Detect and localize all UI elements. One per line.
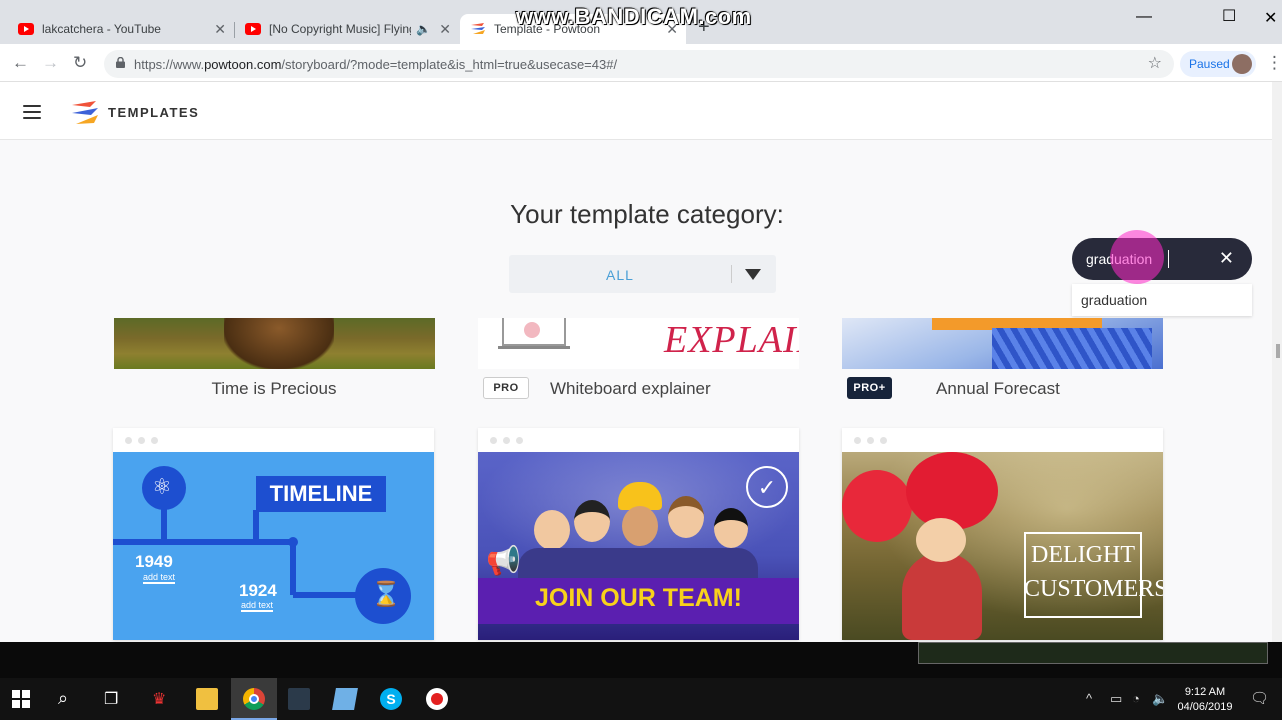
search-suggestion[interactable]: graduation <box>1072 284 1252 316</box>
timeline-title: TIMELINE <box>256 476 386 512</box>
windows-start-icon[interactable] <box>12 690 30 708</box>
section-title: TEMPLATES <box>108 105 200 120</box>
mouse-cursor-highlight <box>1110 230 1164 284</box>
chevron-down-icon[interactable] <box>745 269 761 280</box>
clear-search-icon[interactable]: ✕ <box>1219 248 1234 269</box>
notification-center-icon[interactable]: 🗨 <box>1250 689 1269 707</box>
megaphone-icon: 📢 <box>486 545 521 576</box>
forward-icon[interactable]: → <box>42 53 59 73</box>
template-title[interactable]: Annual Forecast <box>936 379 1060 399</box>
desktop-background <box>0 642 1282 678</box>
avatar <box>1232 54 1252 74</box>
pro-badge: PRO <box>483 377 529 399</box>
powtoon-page: TEMPLATES Your template category: ALL gr… <box>0 82 1282 642</box>
template-card-delight-customers[interactable]: DELIGHT CUSTOMERS <box>842 428 1163 640</box>
wifi-icon[interactable]: ◔ <box>1132 691 1140 706</box>
maximize-icon[interactable]: ☐ <box>1222 6 1236 26</box>
skype-icon[interactable]: S <box>380 688 402 710</box>
template-thumbnail-whiteboard-explainer[interactable]: EXPLAINER <box>478 318 799 369</box>
tab-title: lakcatchera - YouTube <box>42 22 161 36</box>
app-icon[interactable]: ♛ <box>152 689 166 709</box>
notification-preview <box>918 642 1268 664</box>
task-view-icon[interactable]: ❐ <box>104 689 118 709</box>
search-icon[interactable]: ⌕ <box>58 688 68 709</box>
template-thumbnail-team: ✓ 📢 JOIN OUR TEAM! <box>478 452 799 640</box>
card-window-bar <box>478 428 799 452</box>
hamburger-menu-icon[interactable] <box>23 105 41 119</box>
card-window-bar <box>842 428 1163 452</box>
volume-icon[interactable]: 🔈 <box>1152 691 1168 707</box>
template-title[interactable]: Time is Precious <box>114 379 434 399</box>
clock-date: 04/06/2019 <box>1177 701 1233 713</box>
youtube-icon <box>245 23 261 35</box>
record-icon[interactable] <box>426 688 448 710</box>
card-window-bar <box>113 428 434 452</box>
team-thumb-text: JOIN OUR TEAM! <box>535 584 742 612</box>
lock-icon <box>116 57 125 68</box>
close-tab-icon[interactable]: ✕ <box>214 21 226 38</box>
template-title[interactable]: Whiteboard explainer <box>550 379 711 399</box>
bandicam-watermark: www.BANDICAM.com <box>516 4 752 29</box>
browser-toolbar: ← → ↻ https://www.powtoon.com/storyboard… <box>0 44 1282 82</box>
timeline-year: 1924 <box>239 581 277 600</box>
profile-status: Paused <box>1189 57 1230 71</box>
close-tab-icon[interactable]: ✕ <box>439 21 451 38</box>
address-bar[interactable]: https://www.powtoon.com/storyboard/?mode… <box>104 50 1174 78</box>
category-selected: ALL <box>606 267 634 283</box>
suggestion-text: graduation <box>1081 292 1148 308</box>
timeline-caption: add text <box>143 572 176 584</box>
speaker-icon[interactable]: 🔈 <box>416 22 431 36</box>
category-dropdown[interactable]: ALL <box>509 255 776 293</box>
powtoon-logo-icon[interactable] <box>70 99 100 127</box>
dropdown-divider <box>731 265 732 283</box>
browser-menu-icon[interactable]: ⋮ <box>1266 53 1282 73</box>
template-thumbnail-delight: DELIGHT CUSTOMERS <box>842 452 1163 640</box>
app-header: TEMPLATES <box>0 82 1282 140</box>
file-explorer-icon[interactable] <box>196 688 218 710</box>
profile-button[interactable]: Paused <box>1180 51 1256 77</box>
timeline-caption: add text <box>241 600 274 612</box>
back-icon[interactable]: ← <box>12 53 29 73</box>
delight-thumb-text: CUSTOMERS <box>1024 576 1163 602</box>
system-clock[interactable]: 9:12 AM 04/06/2019 <box>1170 685 1240 715</box>
app-icon[interactable] <box>332 688 358 710</box>
pro-plus-badge: PRO+ <box>847 377 892 399</box>
close-window-icon[interactable]: ✕ <box>1264 8 1277 28</box>
scrollbar-thumb[interactable] <box>1276 344 1280 358</box>
clock-time: 9:12 AM <box>1184 686 1226 698</box>
timeline-year: 1949 <box>135 552 173 571</box>
browser-tab-strip: lakcatchera - YouTube ✕ [No Copyright Mu… <box>0 0 1282 44</box>
chrome-icon[interactable] <box>243 688 265 710</box>
explainer-thumb-text: EXPLAINER <box>664 319 799 361</box>
powtoon-icon <box>471 23 485 34</box>
tab-youtube-channel[interactable]: lakcatchera - YouTube ✕ <box>8 14 234 44</box>
delight-thumb-text: DELIGHT <box>1031 542 1135 568</box>
minimize-icon[interactable]: — <box>1136 8 1152 26</box>
bookmark-star-icon[interactable]: ☆ <box>1148 53 1162 73</box>
atom-icon: ⚛ <box>152 474 172 499</box>
tray-expand-icon[interactable]: ^ <box>1086 691 1092 706</box>
reload-icon[interactable]: ↻ <box>73 53 87 73</box>
template-card-timeline[interactable]: ⚛ ⌛ TIMELINE 1949 add text 1924 add text <box>113 428 434 640</box>
template-thumbnail-time-is-precious[interactable] <box>114 318 435 369</box>
windows-taskbar: ⌕ ❐ ♛ S ^ ▭ ◔ 🔈 9:12 AM 04/06/2019 🗨 <box>0 678 1282 720</box>
youtube-icon <box>18 23 34 35</box>
hourglass-icon: ⌛ <box>371 581 401 608</box>
check-icon: ✓ <box>746 466 788 508</box>
template-card-join-our-team[interactable]: ✓ 📢 JOIN OUR TEAM! <box>478 428 799 640</box>
page-scrollbar[interactable] <box>1272 82 1282 642</box>
app-icon[interactable] <box>288 688 310 710</box>
template-thumbnail-annual-forecast[interactable] <box>842 318 1163 369</box>
battery-icon[interactable]: ▭ <box>1110 691 1122 707</box>
tab-music-video[interactable]: [No Copyright Music] Flying 🔈 ✕ <box>235 14 459 44</box>
template-thumbnail-timeline: ⚛ ⌛ TIMELINE 1949 add text 1924 add text <box>113 452 434 640</box>
url-text: https://www.powtoon.com/storyboard/?mode… <box>134 57 618 72</box>
page-heading: Your template category: <box>510 199 784 229</box>
text-caret <box>1168 250 1169 268</box>
tab-title: [No Copyright Music] Flying <box>269 22 411 36</box>
